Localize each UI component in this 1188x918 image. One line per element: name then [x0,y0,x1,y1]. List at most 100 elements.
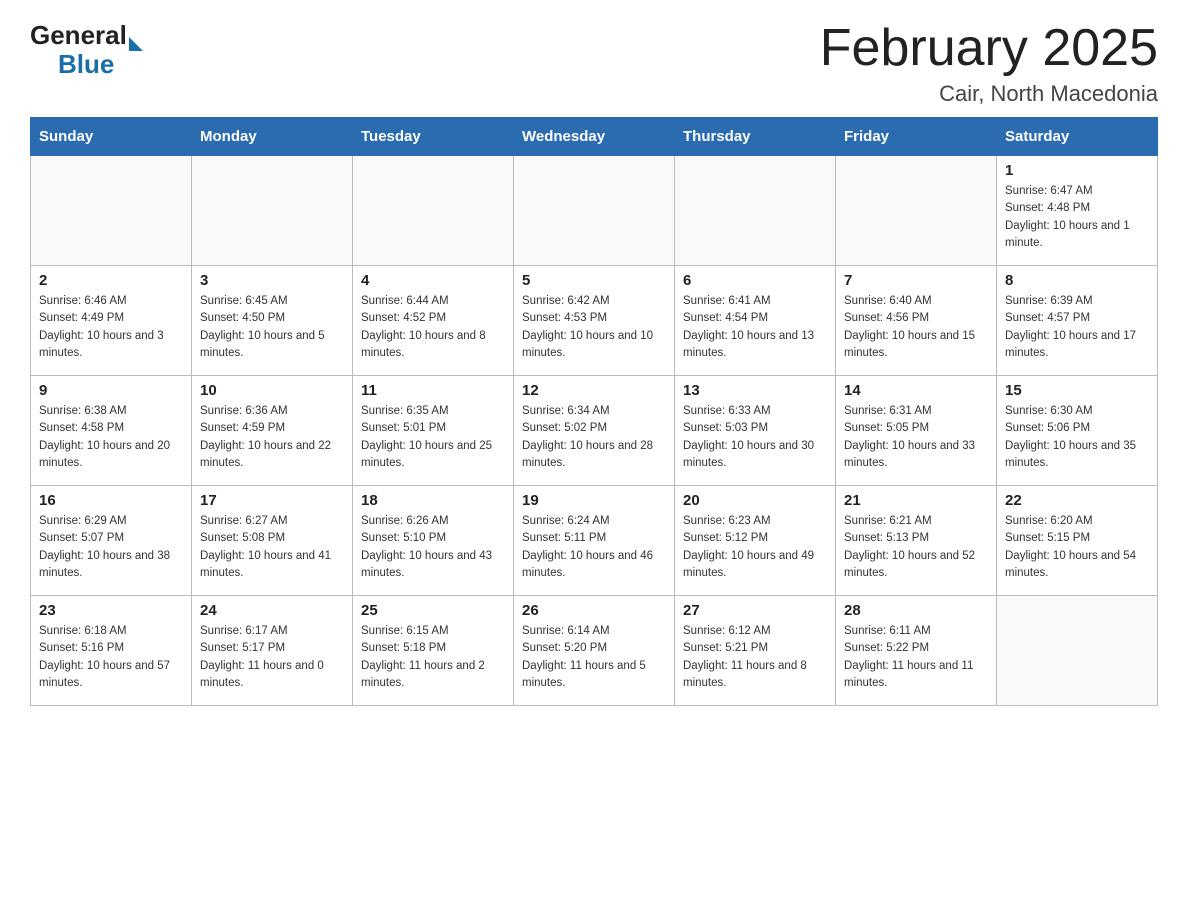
day-info: Sunrise: 6:31 AMSunset: 5:05 PMDaylight:… [844,403,988,472]
day-number: 20 [683,492,827,509]
calendar-cell: 7 Sunrise: 6:40 AMSunset: 4:56 PMDaylight… [836,266,997,376]
calendar-cell: 16 Sunrise: 6:29 AMSunset: 5:07 PMDayligh… [31,486,192,596]
week-row-2: 2Sunrise: 6:46 AMSunset: 4:49 PMDaylight… [31,266,1158,376]
day-number: 9 [39,382,183,399]
calendar-cell: 11 Sunrise: 6:35 AMSunset: 5:01 PMDayligh… [353,376,514,486]
page-header: General Blue February 2025 Cair, North M… [30,20,1158,107]
calendar-cell [514,156,675,266]
day-info: Sunrise: 6:40 AMSunset: 4:56 PMDaylight:… [844,293,988,362]
day-info: Sunrise: 6:42 AMSunset: 4:53 PMDaylight:… [522,293,666,362]
calendar-cell: 15Sunrise: 6:30 AMSunset: 5:06 PMDayligh… [997,376,1158,486]
day-info: Sunrise: 6:27 AMSunset: 5:08 PMDaylight:… [200,513,344,582]
weekday-header-wednesday: Wednesday [514,118,675,156]
calendar-cell: 2Sunrise: 6:46 AMSunset: 4:49 PMDaylight… [31,266,192,376]
calendar-cell: 18 Sunrise: 6:26 AMSunset: 5:10 PMDayligh… [353,486,514,596]
calendar-cell [353,156,514,266]
day-info: Sunrise: 6:15 AMSunset: 5:18 PMDaylight:… [361,623,505,692]
weekday-header-friday: Friday [836,118,997,156]
day-info: Sunrise: 6:45 AMSunset: 4:50 PMDaylight:… [200,293,344,362]
day-number: 8 [1005,272,1149,289]
day-info: Sunrise: 6:17 AMSunset: 5:17 PMDaylight:… [200,623,344,692]
calendar-cell: 17 Sunrise: 6:27 AMSunset: 5:08 PMDayligh… [192,486,353,596]
day-number: 10 [200,382,344,399]
day-number: 21 [844,492,988,509]
day-number: 4 [361,272,505,289]
weekday-header-sunday: Sunday [31,118,192,156]
day-number: 23 [39,602,183,619]
calendar-cell: 14 Sunrise: 6:31 AMSunset: 5:05 PMDayligh… [836,376,997,486]
day-info: Sunrise: 6:24 AMSunset: 5:11 PMDaylight:… [522,513,666,582]
weekday-header-tuesday: Tuesday [353,118,514,156]
week-row-4: 16 Sunrise: 6:29 AMSunset: 5:07 PMDayligh… [31,486,1158,596]
day-info: Sunrise: 6:26 AMSunset: 5:10 PMDaylight:… [361,513,505,582]
day-number: 17 [200,492,344,509]
day-info: Sunrise: 6:12 AMSunset: 5:21 PMDaylight:… [683,623,827,692]
day-number: 24 [200,602,344,619]
calendar-cell: 27 Sunrise: 6:12 AMSunset: 5:21 PMDayligh… [675,596,836,706]
day-info: Sunrise: 6:41 AMSunset: 4:54 PMDaylight:… [683,293,827,362]
calendar-cell: 20 Sunrise: 6:23 AMSunset: 5:12 PMDayligh… [675,486,836,596]
day-info: Sunrise: 6:33 AMSunset: 5:03 PMDaylight:… [683,403,827,472]
day-info: Sunrise: 6:44 AMSunset: 4:52 PMDaylight:… [361,293,505,362]
weekday-header-saturday: Saturday [997,118,1158,156]
day-number: 19 [522,492,666,509]
calendar-cell [192,156,353,266]
day-number: 12 [522,382,666,399]
day-info: Sunrise: 6:23 AMSunset: 5:12 PMDaylight:… [683,513,827,582]
day-info: Sunrise: 6:46 AMSunset: 4:49 PMDaylight:… [39,293,183,362]
calendar-cell: 6Sunrise: 6:41 AMSunset: 4:54 PMDaylight… [675,266,836,376]
day-number: 26 [522,602,666,619]
calendar-cell: 28Sunrise: 6:11 AMSunset: 5:22 PMDayligh… [836,596,997,706]
weekday-header-thursday: Thursday [675,118,836,156]
calendar-cell: 9 Sunrise: 6:38 AMSunset: 4:58 PMDaylight… [31,376,192,486]
day-info: Sunrise: 6:20 AMSunset: 5:15 PMDaylight:… [1005,513,1149,582]
day-number: 14 [844,382,988,399]
calendar-cell: 4 Sunrise: 6:44 AMSunset: 4:52 PMDaylight… [353,266,514,376]
day-number: 13 [683,382,827,399]
day-info: Sunrise: 6:18 AMSunset: 5:16 PMDaylight:… [39,623,183,692]
day-number: 11 [361,382,505,399]
calendar-cell: 8 Sunrise: 6:39 AMSunset: 4:57 PMDaylight… [997,266,1158,376]
week-row-3: 9 Sunrise: 6:38 AMSunset: 4:58 PMDaylight… [31,376,1158,486]
location-title: Cair, North Macedonia [820,81,1158,107]
calendar-cell: 24 Sunrise: 6:17 AMSunset: 5:17 PMDayligh… [192,596,353,706]
day-number: 7 [844,272,988,289]
day-info: Sunrise: 6:47 AMSunset: 4:48 PMDaylight:… [1005,183,1149,252]
day-info: Sunrise: 6:36 AMSunset: 4:59 PMDaylight:… [200,403,344,472]
calendar-cell [997,596,1158,706]
week-row-5: 23 Sunrise: 6:18 AMSunset: 5:16 PMDayligh… [31,596,1158,706]
calendar-cell: 23 Sunrise: 6:18 AMSunset: 5:16 PMDayligh… [31,596,192,706]
calendar-table: SundayMondayTuesdayWednesdayThursdayFrid… [30,117,1158,706]
calendar-cell: 12 Sunrise: 6:34 AMSunset: 5:02 PMDayligh… [514,376,675,486]
logo-blue-text: Blue [58,49,114,80]
day-number: 15 [1005,382,1149,399]
month-title: February 2025 [820,20,1158,77]
day-info: Sunrise: 6:34 AMSunset: 5:02 PMDaylight:… [522,403,666,472]
calendar-cell: 25Sunrise: 6:15 AMSunset: 5:18 PMDayligh… [353,596,514,706]
calendar-cell: 1Sunrise: 6:47 AMSunset: 4:48 PMDaylight… [997,156,1158,266]
calendar-cell: 22Sunrise: 6:20 AMSunset: 5:15 PMDayligh… [997,486,1158,596]
day-number: 16 [39,492,183,509]
day-number: 28 [844,602,988,619]
day-number: 3 [200,272,344,289]
logo-general-text: General [30,20,127,51]
day-number: 18 [361,492,505,509]
calendar-cell: 21 Sunrise: 6:21 AMSunset: 5:13 PMDayligh… [836,486,997,596]
day-info: Sunrise: 6:29 AMSunset: 5:07 PMDaylight:… [39,513,183,582]
day-info: Sunrise: 6:21 AMSunset: 5:13 PMDaylight:… [844,513,988,582]
calendar-cell: 3 Sunrise: 6:45 AMSunset: 4:50 PMDaylight… [192,266,353,376]
calendar-cell: 26 Sunrise: 6:14 AMSunset: 5:20 PMDayligh… [514,596,675,706]
weekday-header-row: SundayMondayTuesdayWednesdayThursdayFrid… [31,118,1158,156]
title-block: February 2025 Cair, North Macedonia [820,20,1158,107]
day-info: Sunrise: 6:14 AMSunset: 5:20 PMDaylight:… [522,623,666,692]
week-row-1: 1Sunrise: 6:47 AMSunset: 4:48 PMDaylight… [31,156,1158,266]
day-info: Sunrise: 6:35 AMSunset: 5:01 PMDaylight:… [361,403,505,472]
calendar-cell: 5 Sunrise: 6:42 AMSunset: 4:53 PMDaylight… [514,266,675,376]
day-info: Sunrise: 6:39 AMSunset: 4:57 PMDaylight:… [1005,293,1149,362]
day-info: Sunrise: 6:38 AMSunset: 4:58 PMDaylight:… [39,403,183,472]
calendar-cell: 13 Sunrise: 6:33 AMSunset: 5:03 PMDayligh… [675,376,836,486]
day-number: 27 [683,602,827,619]
day-number: 5 [522,272,666,289]
logo: General Blue [30,20,143,80]
calendar-cell: 10 Sunrise: 6:36 AMSunset: 4:59 PMDayligh… [192,376,353,486]
